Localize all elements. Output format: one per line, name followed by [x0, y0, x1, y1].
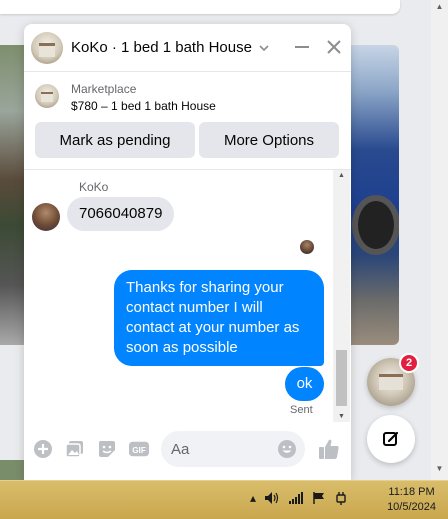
listing-price-title[interactable]: $780 – 1 bed 1 bath House	[71, 99, 216, 113]
scroll-up-icon[interactable]: ▲	[333, 172, 350, 179]
power-plug-icon[interactable]	[334, 491, 348, 505]
house-image	[379, 374, 403, 390]
close-icon	[327, 40, 341, 54]
attach-photo-button[interactable]	[65, 439, 85, 459]
marketplace-listing: Marketplace $780 – 1 bed 1 bath House Ma…	[24, 72, 351, 170]
gif-label: GIF	[132, 446, 146, 455]
message-thread: KoKo 7066040879 Thanks for sharing your …	[24, 170, 351, 422]
windows-taskbar: ▴ 11:18 PM 10/5/2024	[0, 480, 448, 519]
sticker-button[interactable]	[97, 439, 117, 459]
listing-source-label: Marketplace	[71, 82, 137, 96]
background-photo-left	[0, 45, 24, 345]
scroll-down-icon[interactable]: ▼	[333, 413, 350, 420]
thread-scrollbar[interactable]: ▲ ▼	[333, 170, 350, 422]
listing-thumbnail[interactable]	[35, 84, 59, 108]
photo-icon	[65, 441, 83, 458]
message-input[interactable]: Aa	[161, 431, 305, 467]
network-icon[interactable]	[288, 491, 304, 505]
more-actions-button[interactable]	[33, 439, 53, 459]
clock-date: 10/5/2024	[387, 501, 436, 513]
page-scrollbar[interactable]: ▲ ▼	[431, 0, 448, 480]
minimize-icon	[295, 46, 309, 48]
chat-title[interactable]: KoKo · 1 bed 1 bath House	[71, 39, 252, 56]
sticker-icon	[99, 441, 115, 457]
sender-name: KoKo	[79, 180, 109, 194]
compose-icon	[383, 431, 399, 446]
chevron-down-icon[interactable]	[258, 42, 270, 54]
close-button[interactable]	[325, 38, 343, 56]
page-scroll-up-icon[interactable]: ▲	[431, 0, 448, 14]
background-photo-right	[350, 45, 399, 345]
more-options-button[interactable]: More Options	[199, 122, 339, 158]
emoji-icon[interactable]	[277, 439, 297, 459]
like-button[interactable]	[317, 437, 341, 461]
chat-header[interactable]: KoKo · 1 bed 1 bath House	[24, 24, 351, 72]
mark-as-pending-button[interactable]: Mark as pending	[35, 122, 195, 158]
listing-avatar[interactable]	[31, 31, 63, 64]
page-scroll-down-icon[interactable]: ▼	[431, 462, 448, 476]
system-clock[interactable]: 11:18 PM 10/5/2024	[387, 485, 436, 515]
action-center-flag-icon[interactable]	[312, 491, 326, 505]
outgoing-message[interactable]: Thanks for sharing your contact number I…	[114, 270, 324, 366]
new-message-button[interactable]	[367, 415, 415, 463]
incoming-message[interactable]: 7066040879	[67, 197, 175, 231]
show-hidden-icons-icon[interactable]: ▴	[250, 491, 256, 505]
message-composer: GIF Aa	[24, 422, 351, 480]
thumbs-up-icon	[319, 439, 339, 459]
clock-time: 11:18 PM	[388, 486, 435, 498]
minimize-button[interactable]	[293, 38, 311, 56]
plus-circle-icon	[34, 440, 52, 458]
volume-icon[interactable]	[264, 491, 280, 505]
scroll-thumb[interactable]	[336, 350, 347, 406]
message-input-placeholder: Aa	[171, 440, 190, 458]
read-receipt-avatar	[300, 240, 314, 254]
delivery-status: Sent	[290, 404, 313, 416]
background-card	[0, 0, 400, 14]
gif-button[interactable]: GIF	[129, 439, 149, 459]
outgoing-message[interactable]: ok	[285, 367, 324, 401]
sender-avatar[interactable]	[32, 203, 60, 231]
background-tire	[352, 195, 399, 255]
gif-icon: GIF	[129, 441, 149, 457]
chat-window: KoKo · 1 bed 1 bath House Marketplace $7…	[24, 24, 351, 480]
system-tray: ▴	[250, 491, 348, 505]
unread-badge: 2	[399, 353, 419, 373]
